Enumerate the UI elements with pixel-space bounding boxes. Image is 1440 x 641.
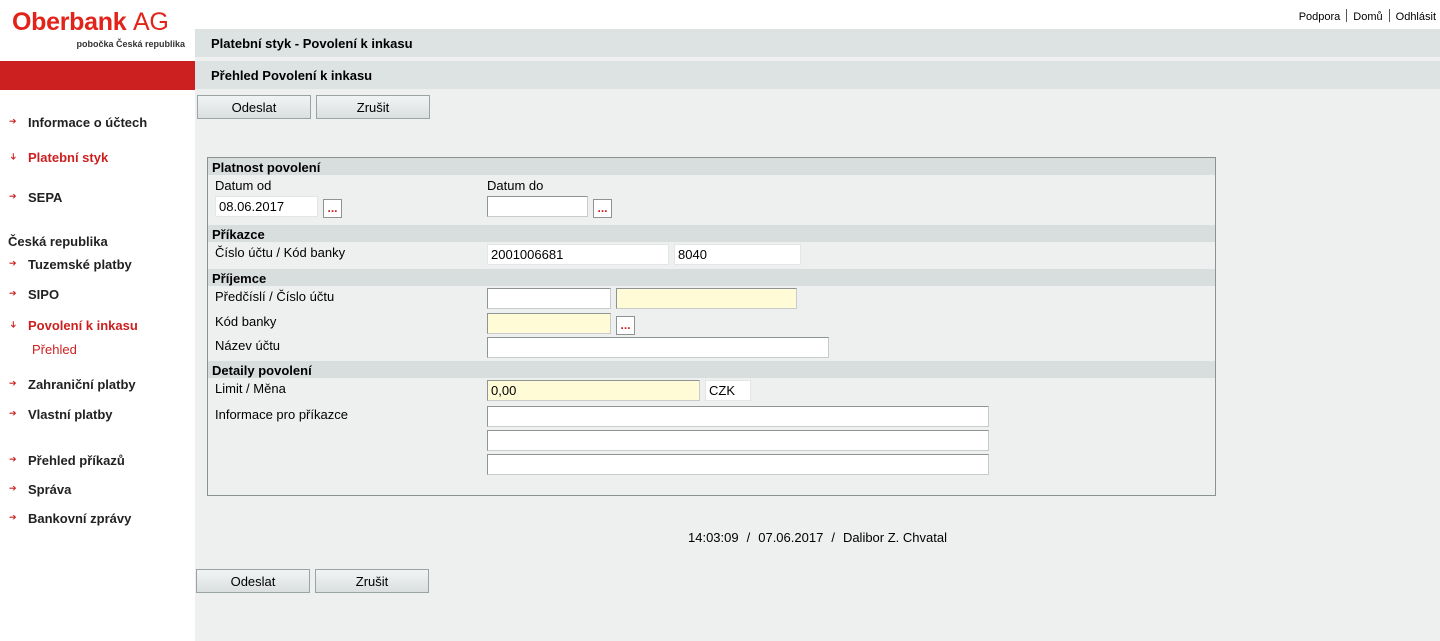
payee-prefix-field[interactable]: [487, 288, 611, 309]
page-subtitle: Přehled Povolení k inkasu: [195, 61, 1440, 89]
sidebar-item-label: Přehled příkazů: [28, 453, 125, 468]
payee-bank-code-field[interactable]: [487, 313, 611, 334]
status-user: Dalibor Z. Chvatal: [842, 530, 947, 545]
sidebar-subitem-overview[interactable]: Přehled: [32, 342, 77, 357]
sidebar-item-label: Bankovní zprávy: [28, 511, 132, 526]
arrow-right-icon: ➔: [9, 454, 17, 464]
payer-info-label: Informace pro příkazce: [215, 407, 348, 422]
sidebar-item-label: Zahraniční platby: [28, 377, 136, 392]
date-from-field[interactable]: [215, 196, 318, 217]
session-status: 14:03:09 / 07.06.2017 / Dalibor Z. Chvatal: [195, 530, 1440, 545]
sidebar-item-label: SEPA: [28, 190, 63, 205]
home-link[interactable]: Domů: [1353, 11, 1382, 23]
payee-account-field[interactable]: [616, 288, 797, 309]
brand-suffix: AG: [132, 8, 169, 36]
logout-link[interactable]: Odhlásit: [1396, 11, 1436, 23]
sidebar-item-label: Povolení k inkasu: [28, 318, 138, 333]
sidebar-item-label: SIPO: [28, 287, 60, 302]
sidebar-item-label: Informace o účtech: [28, 115, 148, 130]
send-button-bottom[interactable]: Odeslat: [196, 569, 310, 593]
oberbank-logo[interactable]: Oberbank AG pobočka Česká republika: [12, 8, 187, 56]
payee-bank-code-label: Kód banky: [215, 314, 277, 329]
date-from-picker-button[interactable]: ...: [323, 199, 342, 218]
sidebar: Oberbank AG pobočka Česká republika ➔ In…: [0, 0, 195, 641]
date-to-picker-button[interactable]: ...: [593, 199, 612, 218]
payer-bank-code-field: [674, 244, 801, 265]
sidebar-item-label: Platební styk: [28, 150, 109, 165]
date-to-field[interactable]: [487, 196, 588, 217]
sidebar-item-account-info[interactable]: ➔ Informace o účtech: [0, 115, 195, 133]
section-validity: Platnost povolení: [208, 158, 1215, 175]
arrow-right-icon: ➔: [9, 116, 17, 126]
payer-info-line-1[interactable]: [487, 406, 989, 427]
status-separator: /: [831, 530, 835, 545]
sidebar-item-sepa[interactable]: ➔ SEPA: [0, 190, 195, 208]
sidebar-item-bank-messages[interactable]: ➔ Bankovní zprávy: [0, 511, 195, 529]
arrow-right-icon: ➔: [9, 378, 17, 388]
status-date: 07.06.2017: [758, 530, 824, 545]
section-details: Detaily povolení: [208, 361, 1215, 378]
bank-code-picker-button[interactable]: ...: [616, 316, 635, 335]
arrow-right-icon: ➔: [9, 191, 17, 201]
divider: [1388, 9, 1390, 22]
arrow-down-icon: ➔: [8, 320, 19, 329]
sidebar-item-label: Tuzemské platby: [28, 257, 132, 272]
currency-field: [705, 380, 751, 401]
sidebar-item-label: Správa: [28, 482, 72, 497]
sidebar-item-order-overview[interactable]: ➔ Přehled příkazů: [0, 453, 195, 471]
brand-subtitle: pobočka Česká republika: [76, 39, 185, 49]
payer-account-label: Číslo účtu / Kód banky: [215, 245, 346, 260]
section-payee: Příjemce: [208, 269, 1215, 286]
payee-name-field[interactable]: [487, 337, 829, 358]
arrow-right-icon: ➔: [9, 512, 17, 522]
date-to-label: Datum do: [487, 178, 544, 193]
status-separator: /: [746, 530, 751, 545]
divider: [1346, 9, 1348, 22]
payer-info-line-3[interactable]: [487, 454, 989, 475]
payee-name-label: Název účtu: [215, 338, 281, 353]
brand-name: Oberbank: [12, 8, 127, 36]
payee-account-label: Předčíslí / Číslo účtu: [215, 289, 335, 304]
cancel-button-top[interactable]: Zrušit: [316, 95, 430, 119]
arrow-right-icon: ➔: [9, 258, 17, 268]
top-links: Podpora Domů Odhlásit: [1299, 9, 1436, 23]
sidebar-item-label: Vlastní platby: [28, 407, 113, 422]
sidebar-item-administration[interactable]: ➔ Správa: [0, 482, 195, 500]
page-title: Platební styk - Povolení k inkasu: [195, 29, 1440, 57]
direct-debit-form: Platnost povolení Datum od Datum do ... …: [207, 157, 1216, 496]
payer-account-field: [487, 244, 669, 265]
payer-info-line-2[interactable]: [487, 430, 989, 451]
logo-text: Oberbank AG: [12, 8, 169, 37]
sidebar-item-own-payments[interactable]: ➔ Vlastní platby: [0, 407, 195, 425]
arrow-right-icon: ➔: [9, 408, 17, 418]
sidebar-item-foreign-payments[interactable]: ➔ Zahraniční platby: [0, 377, 195, 395]
limit-currency-label: Limit / Měna: [215, 381, 286, 396]
arrow-right-icon: ➔: [9, 288, 17, 298]
arrow-down-icon: ➔: [8, 152, 19, 161]
support-link[interactable]: Podpora: [1299, 11, 1341, 23]
sidebar-item-payments[interactable]: ➔ Platební styk: [0, 150, 195, 168]
limit-field[interactable]: [487, 380, 700, 401]
sidebar-item-direct-debit[interactable]: ➔ Povolení k inkasu: [0, 318, 195, 336]
status-time: 14:03:09: [688, 530, 739, 545]
date-from-label: Datum od: [215, 178, 272, 193]
sidebar-item-sipo[interactable]: ➔ SIPO: [0, 287, 195, 305]
cancel-button-bottom[interactable]: Zrušit: [315, 569, 429, 593]
sidebar-heading-czech-republic: Česká republika: [8, 234, 108, 249]
main-content: Platební styk - Povolení k inkasu Přehle…: [195, 29, 1440, 641]
section-payer: Příkazce: [208, 225, 1215, 242]
arrow-right-icon: ➔: [9, 483, 17, 493]
send-button-top[interactable]: Odeslat: [197, 95, 311, 119]
sidebar-item-domestic-payments[interactable]: ➔ Tuzemské platby: [0, 257, 195, 275]
brand-red-bar: [0, 61, 195, 90]
